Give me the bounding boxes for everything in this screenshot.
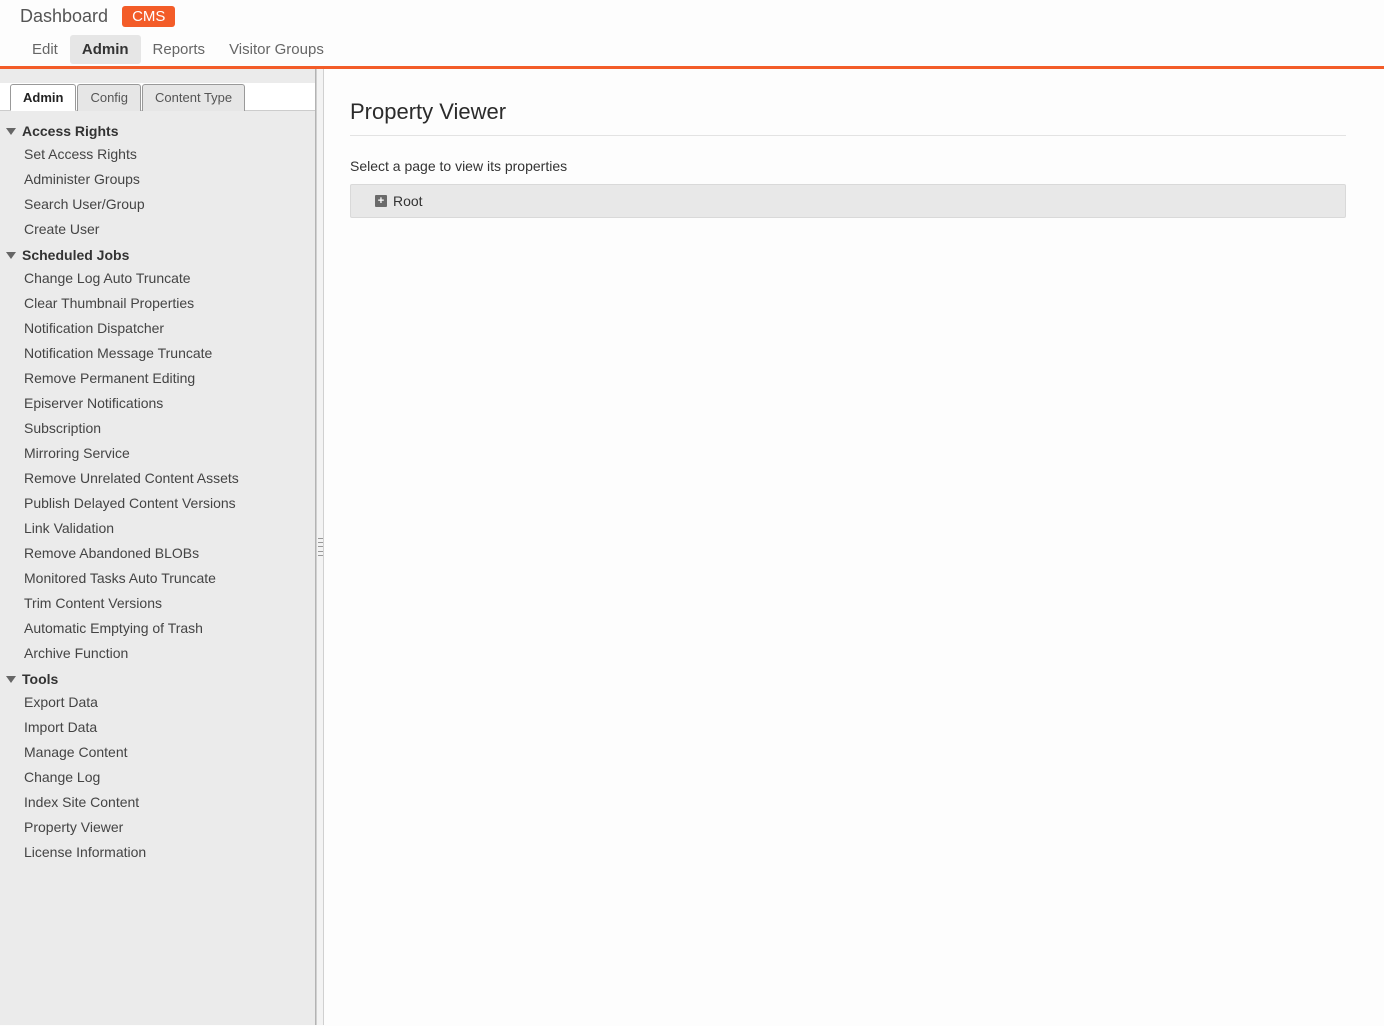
dashboard-title: Dashboard [20, 6, 108, 27]
helper-text: Select a page to view its properties [350, 158, 1346, 174]
tree-label: Root [393, 193, 423, 209]
sidebar-item[interactable]: Publish Delayed Content Versions [24, 490, 315, 515]
chevron-down-icon [6, 676, 16, 683]
workspace: Admin Config Content Type Access Rights … [0, 69, 1384, 1025]
page-tree: + Root [350, 184, 1346, 218]
sidebar-item[interactable]: Remove Permanent Editing [24, 365, 315, 390]
nav-visitor-groups[interactable]: Visitor Groups [217, 35, 336, 64]
sidebar-item[interactable]: Remove Unrelated Content Assets [24, 465, 315, 490]
sidebar-item[interactable]: Trim Content Versions [24, 590, 315, 615]
sidebar-body: Access Rights Set Access Rights Administ… [0, 111, 315, 864]
sidebar-item[interactable]: Set Access Rights [24, 141, 315, 166]
main-content: Property Viewer Select a page to view it… [324, 69, 1384, 1025]
sidebar-item[interactable]: Notification Message Truncate [24, 340, 315, 365]
sidebar-item[interactable]: Import Data [24, 714, 315, 739]
sidebar-item[interactable]: Notification Dispatcher [24, 315, 315, 340]
sidebar-item[interactable]: Archive Function [24, 640, 315, 665]
expand-icon[interactable]: + [375, 195, 387, 207]
sidebar-item[interactable]: Subscription [24, 415, 315, 440]
sidebar-item[interactable]: Manage Content [24, 739, 315, 764]
group-items-access-rights: Set Access Rights Administer Groups Sear… [0, 141, 315, 241]
group-title: Tools [22, 671, 58, 687]
sidebar-item[interactable]: Remove Abandoned BLOBs [24, 540, 315, 565]
splitter[interactable] [316, 69, 324, 1025]
group-title: Access Rights [22, 123, 118, 139]
tab-admin[interactable]: Admin [10, 84, 76, 111]
sidebar-item[interactable]: Search User/Group [24, 191, 315, 216]
sidebar-item[interactable]: License Information [24, 839, 315, 864]
sidebar-item[interactable]: Property Viewer [24, 814, 315, 839]
sidebar-item[interactable]: Create User [24, 216, 315, 241]
nav-reports[interactable]: Reports [141, 35, 218, 64]
group-items-scheduled-jobs: Change Log Auto Truncate Clear Thumbnail… [0, 265, 315, 665]
page-title: Property Viewer [350, 99, 1346, 136]
sidebar-item[interactable]: Link Validation [24, 515, 315, 540]
sidebar-item[interactable]: Change Log Auto Truncate [24, 265, 315, 290]
sidebar-tabs: Admin Config Content Type [0, 83, 315, 111]
nav-edit[interactable]: Edit [20, 35, 70, 64]
tab-config[interactable]: Config [77, 84, 141, 111]
sidebar-item[interactable]: Change Log [24, 764, 315, 789]
title-row: Dashboard CMS [20, 4, 1364, 27]
nav-admin[interactable]: Admin [70, 35, 141, 64]
sidebar-item[interactable]: Index Site Content [24, 789, 315, 814]
sidebar-item[interactable]: Mirroring Service [24, 440, 315, 465]
group-title: Scheduled Jobs [22, 247, 129, 263]
sidebar-item[interactable]: Export Data [24, 689, 315, 714]
tab-content-type[interactable]: Content Type [142, 84, 245, 111]
cms-badge[interactable]: CMS [122, 6, 175, 27]
chevron-down-icon [6, 128, 16, 135]
sidebar-item[interactable]: Monitored Tasks Auto Truncate [24, 565, 315, 590]
chevron-down-icon [6, 252, 16, 259]
tree-row-root[interactable]: + Root [363, 193, 1333, 209]
group-header-tools[interactable]: Tools [0, 665, 315, 689]
sidebar: Admin Config Content Type Access Rights … [0, 69, 316, 1025]
splitter-grip-icon [318, 536, 323, 558]
top-header: Dashboard CMS Edit Admin Reports Visitor… [0, 0, 1384, 64]
group-items-tools: Export Data Import Data Manage Content C… [0, 689, 315, 864]
sidebar-item[interactable]: Administer Groups [24, 166, 315, 191]
sidebar-item[interactable]: Automatic Emptying of Trash [24, 615, 315, 640]
sidebar-item[interactable]: Episerver Notifications [24, 390, 315, 415]
top-nav: Edit Admin Reports Visitor Groups [20, 35, 1364, 64]
group-header-access-rights[interactable]: Access Rights [0, 117, 315, 141]
sidebar-item[interactable]: Clear Thumbnail Properties [24, 290, 315, 315]
group-header-scheduled-jobs[interactable]: Scheduled Jobs [0, 241, 315, 265]
